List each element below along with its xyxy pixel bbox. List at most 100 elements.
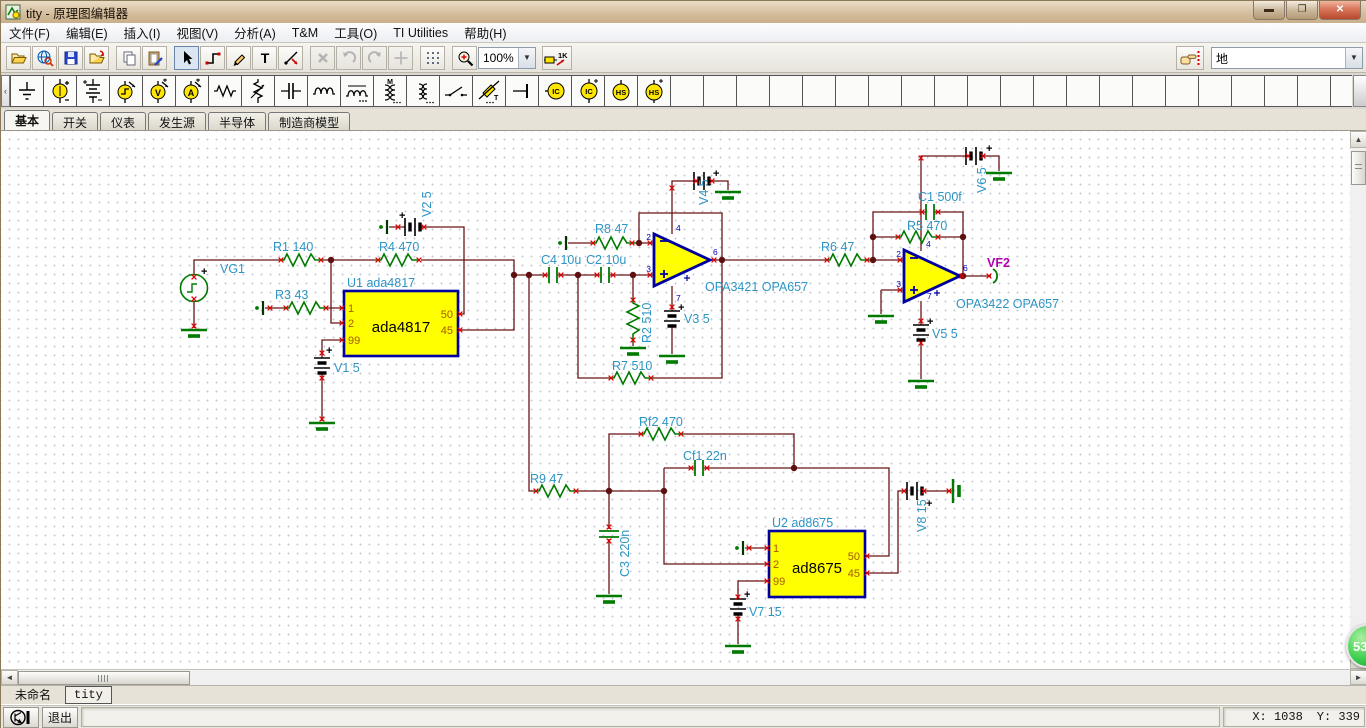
ground-vg1[interactable] <box>179 328 209 338</box>
menu-edit[interactable]: 编辑(E) <box>58 21 116 44</box>
resistor-r1[interactable] <box>278 253 324 267</box>
copy-button[interactable] <box>116 45 141 70</box>
palette-switch[interactable] <box>440 76 473 106</box>
menu-ti-utilities[interactable]: TI Utilities <box>385 24 456 42</box>
palette-battery[interactable] <box>77 76 110 106</box>
schematic-canvas[interactable]: + + + + + + + + + ada4817 1 2 99 50 45 a… <box>1 131 1350 669</box>
ground-r2[interactable] <box>618 346 648 356</box>
resistor-rf2[interactable] <box>638 427 684 441</box>
palette-ammeter[interactable]: A <box>176 76 209 106</box>
resistor-r7[interactable] <box>608 371 654 385</box>
palette-ground[interactable] <box>11 76 44 106</box>
menu-insert[interactable]: 插入(I) <box>116 21 169 44</box>
menu-view[interactable]: 视图(V) <box>168 21 226 44</box>
ground-v8[interactable] <box>951 479 961 503</box>
find-component-select[interactable]: 地 ▼ <box>1211 47 1363 69</box>
tab-semiconductors[interactable]: 半导体 <box>208 112 267 130</box>
trim-tool-button[interactable] <box>278 45 303 70</box>
canvas-vscrollbar[interactable]: ▲ ▼ <box>1350 131 1366 669</box>
scroll-right-button[interactable]: ► <box>1350 670 1366 685</box>
ground-v7[interactable] <box>723 644 753 654</box>
palette-macro[interactable]: HS <box>605 76 638 106</box>
save-button[interactable] <box>58 45 83 70</box>
menu-analysis[interactable]: 分析(A) <box>226 21 284 44</box>
jumper-r8[interactable] <box>556 234 568 252</box>
exit-button[interactable]: 退出 <box>42 706 79 728</box>
close-button[interactable]: ✕ <box>1319 1 1361 20</box>
palette-controlled-switch[interactable]: T <box>473 76 506 106</box>
sheet-tab-unnamed[interactable]: 未命名 <box>7 685 60 706</box>
jumper-r3[interactable] <box>254 299 265 317</box>
tab-basic[interactable]: 基本 <box>4 110 51 130</box>
jumper-v2[interactable] <box>378 218 389 236</box>
opamp-opa3421[interactable] <box>652 231 714 289</box>
ground-c3[interactable] <box>594 594 624 604</box>
open-button[interactable] <box>6 45 31 70</box>
zoom-dropdown-arrow[interactable]: ▼ <box>518 47 535 68</box>
palette-scroll-right[interactable] <box>1353 75 1366 107</box>
resistor-r8[interactable] <box>590 236 636 250</box>
canvas-hscrollbar[interactable]: ◄ ► <box>1 669 1366 685</box>
capacitor-c4[interactable] <box>548 267 558 283</box>
scroll-left-button[interactable]: ◄ <box>1 670 18 685</box>
resistor-r3[interactable] <box>283 301 329 315</box>
palette-scroll-left[interactable]: ‹ <box>1 75 10 107</box>
open-web-button[interactable] <box>32 45 57 70</box>
wire-tool-button[interactable] <box>200 45 225 70</box>
palette-inductor[interactable] <box>308 76 341 106</box>
palette-generator[interactable] <box>110 76 143 106</box>
ic-u2[interactable]: ad8675 1 2 99 50 45 <box>767 529 867 599</box>
tab-manufacturer-models[interactable]: 制造商模型 <box>268 112 351 130</box>
select-tool-button[interactable] <box>174 45 199 70</box>
resistor-r4[interactable] <box>375 253 421 267</box>
palette-potentiometer[interactable] <box>242 76 275 106</box>
jump-to-component-button[interactable] <box>1176 46 1204 70</box>
menu-tools[interactable]: 工具(O) <box>326 21 385 44</box>
capacitor-c1[interactable] <box>925 204 935 220</box>
ground-v4[interactable] <box>713 190 743 200</box>
restore-button[interactable]: ❐ <box>1286 1 1318 20</box>
menu-help[interactable]: 帮助(H) <box>456 21 514 44</box>
ground-op2-plus[interactable] <box>866 314 896 324</box>
resistor-r2[interactable] <box>626 297 640 343</box>
capacitor-c2[interactable] <box>600 267 610 283</box>
import-button[interactable] <box>84 45 109 70</box>
component-mode-button[interactable] <box>3 706 39 728</box>
capacitor-c3[interactable] <box>599 530 619 538</box>
zoom-level-select[interactable]: 100% ▼ <box>478 46 536 69</box>
palette-voltmeter[interactable]: V <box>143 76 176 106</box>
resistor-r9[interactable] <box>533 484 579 498</box>
text-tool-button[interactable]: T <box>252 45 277 70</box>
palette-inductor-core[interactable] <box>341 76 374 106</box>
resistor-r6[interactable] <box>824 253 870 267</box>
opamp-opa3422[interactable] <box>902 247 964 305</box>
battery-v7[interactable]: + <box>728 589 750 616</box>
palette-coupled-inductors[interactable]: M <box>374 76 407 106</box>
hscroll-thumb[interactable] <box>18 671 190 685</box>
ground-v1[interactable] <box>307 421 337 431</box>
ic-u1[interactable]: ada4817 1 2 99 50 45 <box>342 289 460 358</box>
sheet-tab-tity[interactable]: tity <box>65 686 112 704</box>
grid-button[interactable] <box>420 45 445 70</box>
battery-v1[interactable]: + <box>312 345 332 375</box>
paste-button[interactable] <box>142 45 167 70</box>
palette-ic-power[interactable]: IC <box>572 76 605 106</box>
minimize-button[interactable]: ▬ <box>1253 1 1285 20</box>
battery-v2[interactable]: + <box>399 210 422 238</box>
palette-jumper[interactable] <box>506 76 539 106</box>
menu-file[interactable]: 文件(F) <box>1 21 58 44</box>
show-values-button[interactable]: 1K <box>542 45 572 70</box>
draw-tool-button[interactable] <box>226 45 251 70</box>
zoom-button[interactable] <box>452 45 477 70</box>
palette-capacitor[interactable] <box>275 76 308 106</box>
palette-ic[interactable]: IC <box>539 76 572 106</box>
scroll-up-button[interactable]: ▲ <box>1350 131 1366 148</box>
tab-switches[interactable]: 开关 <box>52 112 99 130</box>
find-dropdown-arrow[interactable]: ▼ <box>1345 48 1362 68</box>
palette-transformer[interactable] <box>407 76 440 106</box>
tab-sources[interactable]: 发生源 <box>148 112 207 130</box>
palette-resistor[interactable] <box>209 76 242 106</box>
tab-meters[interactable]: 仪表 <box>100 112 147 130</box>
vscroll-thumb[interactable] <box>1351 151 1366 185</box>
palette-macro-power[interactable]: HS <box>638 76 671 106</box>
